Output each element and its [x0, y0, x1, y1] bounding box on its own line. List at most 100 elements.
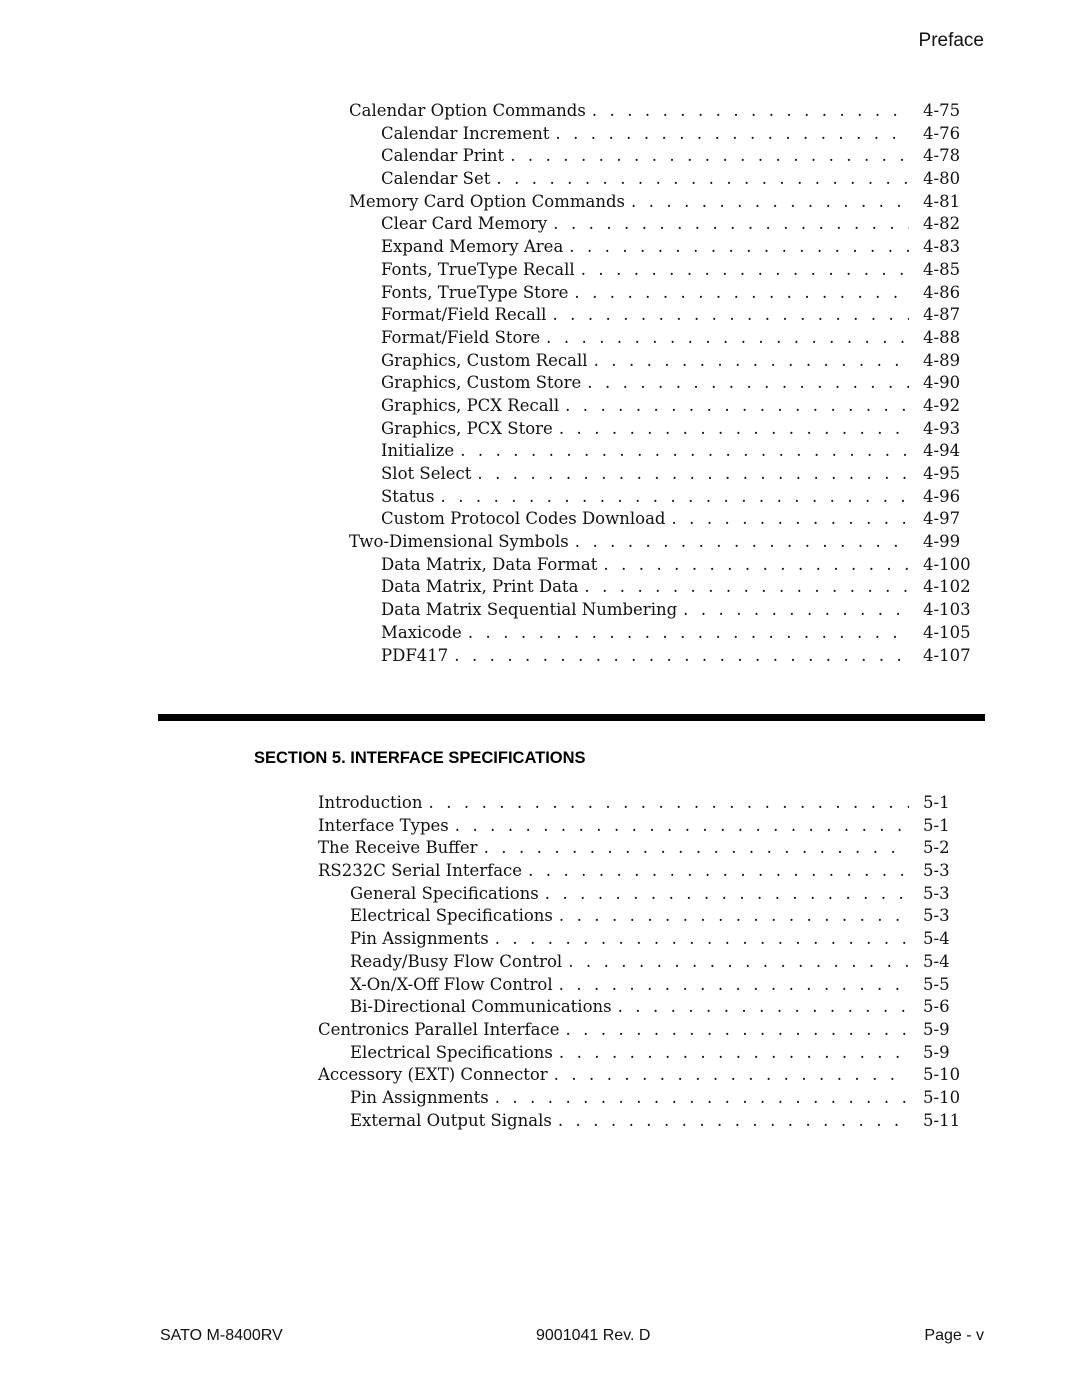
- dot-leader: [618, 996, 909, 1019]
- toc-entry[interactable]: Data Matrix, Data Format 4-100: [349, 553, 971, 577]
- toc-entry-page: 4-99: [923, 532, 961, 552]
- toc-entry[interactable]: Ready/Busy Flow Control 5-4: [318, 950, 961, 974]
- toc-entry-title: Clear Card Memory: [381, 213, 554, 237]
- toc-entry-title: Slot Select: [381, 463, 478, 486]
- toc-entry-page: 4-97: [923, 509, 961, 529]
- toc-entry[interactable]: Fonts, TrueType Recall 4-85: [349, 258, 971, 282]
- toc-entry[interactable]: PDF417 4-107: [349, 644, 971, 668]
- toc-entry[interactable]: RS232C Serial Interface 5-3: [318, 860, 961, 883]
- toc-entry-title: General Specifications: [350, 882, 545, 906]
- toc-entry-title: Memory Card Option Commands: [349, 190, 631, 214]
- toc-entry[interactable]: Fonts, TrueType Store 4-86: [349, 281, 971, 305]
- toc-entry[interactable]: Centronics Parallel Interface 5-9: [318, 1018, 961, 1042]
- toc-entry-title: PDF417: [381, 644, 455, 668]
- toc-entry[interactable]: Calendar Option Commands 4-75: [349, 100, 971, 123]
- toc-entry-title: Electrical Specifications: [350, 1041, 559, 1065]
- toc-entry[interactable]: External Output Signals 5-11: [318, 1109, 961, 1133]
- dot-leader: [545, 883, 909, 906]
- toc-entry-page: 4-75: [923, 101, 961, 120]
- toc-entry-page: 4-93: [923, 418, 961, 438]
- toc-entry-title: Data Matrix, Print Data: [381, 576, 585, 600]
- toc-entry[interactable]: The Receive Buffer 5-2: [318, 837, 961, 861]
- dot-leader: [460, 440, 909, 463]
- toc-entry[interactable]: Calendar Increment 4-76: [349, 122, 971, 146]
- dot-leader: [455, 815, 909, 838]
- dot-leader: [584, 576, 909, 599]
- toc-entry[interactable]: Calendar Print 4-78: [349, 145, 971, 169]
- toc-entry[interactable]: Electrical Specifications 5-3: [318, 905, 961, 929]
- toc-entry-title: Ready/Busy Flow Control: [350, 950, 569, 974]
- toc-entry-title: Format/Field Recall: [381, 304, 553, 327]
- toc-entry[interactable]: Two-Dimensional Symbols 4-99: [349, 531, 971, 554]
- toc-entry-page: 5-4: [923, 951, 950, 971]
- toc-entry-title: Fonts, TrueType Recall: [381, 258, 581, 282]
- toc-entry-page: 4-81: [923, 191, 961, 211]
- toc-entry[interactable]: General Specifications 5-3: [318, 882, 961, 906]
- toc-entry-title: Custom Protocol Codes Download: [381, 508, 672, 532]
- toc-entry[interactable]: Bi-Directional Communications 5-6: [318, 996, 961, 1019]
- toc-entry-title: Accessory (EXT) Connector: [318, 1064, 554, 1087]
- dot-leader: [528, 860, 909, 883]
- dot-leader: [568, 951, 909, 974]
- toc-entry-page: 4-102: [923, 577, 971, 597]
- dot-leader: [553, 213, 909, 236]
- toc-entry[interactable]: Accessory (EXT) Connector 5-10: [318, 1064, 961, 1087]
- toc-list-section5: Introduction5-1Interface Types 5-1The Rec…: [318, 792, 961, 1133]
- dot-leader: [565, 1019, 909, 1042]
- toc-entry-page: 5-4: [923, 929, 950, 949]
- toc-entry-title: Graphics, PCX Recall: [381, 394, 566, 418]
- footer-page-number: Page - v: [924, 1327, 984, 1344]
- toc-entry[interactable]: Format/Field Store 4-88: [349, 326, 971, 350]
- dot-leader: [495, 928, 909, 951]
- toc-entry-page: 5-1: [923, 815, 950, 835]
- toc-entry-page: 5-3: [923, 861, 950, 881]
- toc-entry[interactable]: Memory Card Option Commands 4-81: [349, 190, 971, 214]
- toc-entry[interactable]: Format/Field Recall 4-87: [349, 304, 971, 327]
- toc-entry[interactable]: Status 4-96: [349, 485, 971, 509]
- dot-leader: [559, 905, 909, 928]
- toc-entry[interactable]: Electrical Specifications 5-9: [318, 1041, 961, 1065]
- toc-entry-page: 4-100: [923, 554, 971, 574]
- toc-entry[interactable]: Graphics, PCX Store 4-93: [349, 417, 971, 441]
- toc-entry-title: Interface Types: [318, 814, 455, 838]
- toc-entry-page: 4-87: [923, 305, 961, 325]
- toc-entry[interactable]: Clear Card Memory 4-82: [349, 213, 971, 237]
- toc-entry[interactable]: Graphics, Custom Recall 4-89: [349, 349, 971, 373]
- toc-list-section4: Calendar Option Commands 4-75 Calendar Inc…: [349, 100, 971, 668]
- dot-leader: [683, 599, 909, 622]
- toc-entry-page: 5-9: [923, 1019, 950, 1039]
- toc-entry[interactable]: Maxicode 4-105: [349, 621, 971, 645]
- toc-entry-page: 5-10: [923, 1087, 961, 1107]
- dot-leader: [429, 792, 910, 815]
- toc-entry[interactable]: Calendar Set 4-80: [349, 168, 971, 191]
- toc-entry-page: 4-76: [923, 123, 961, 143]
- toc-entry[interactable]: Graphics, PCX Recall 4-92: [349, 394, 971, 418]
- toc-entry-page: 4-86: [923, 282, 961, 302]
- toc-entry[interactable]: Data Matrix Sequential Numbering 4-103: [349, 599, 971, 622]
- dot-leader: [574, 282, 909, 305]
- toc-entry[interactable]: Initialize 4-94: [349, 440, 971, 464]
- toc-entry[interactable]: Expand Memory Area 4-83: [349, 236, 971, 259]
- toc-entry-title: External Output Signals: [350, 1109, 558, 1133]
- toc-entry[interactable]: Slot Select 4-95: [349, 463, 971, 486]
- toc-entry[interactable]: Pin Assignments 5-4: [318, 928, 961, 951]
- dot-leader: [565, 395, 909, 418]
- toc-entry-page: 4-85: [923, 259, 961, 279]
- toc-entry-title: X-On/X-Off Flow Control: [350, 973, 559, 997]
- toc-entry-title: Pin Assignments: [350, 928, 495, 951]
- dot-leader: [510, 145, 909, 168]
- toc-entry[interactable]: Pin Assignments 5-10: [318, 1086, 961, 1110]
- toc-entry[interactable]: Introduction 5-1: [318, 792, 961, 815]
- toc-entry-page: 4-96: [923, 486, 961, 506]
- toc-entry[interactable]: X-On/X-Off Flow Control 5-5: [318, 973, 961, 997]
- dot-leader: [484, 837, 909, 860]
- toc-entry[interactable]: Data Matrix, Print Data 4-102: [349, 576, 971, 600]
- toc-entry[interactable]: Graphics, Custom Store 4-90: [349, 372, 971, 395]
- toc-entry-page: 4-105: [923, 622, 971, 642]
- toc-entry-title: Graphics, PCX Store: [381, 417, 559, 441]
- toc-entry[interactable]: Custom Protocol Codes Download 4-97: [349, 508, 971, 532]
- toc-entry-title: Introduction: [318, 792, 429, 815]
- toc-entry[interactable]: Interface Types 5-1: [318, 814, 961, 838]
- toc-entry-page: 5-10: [923, 1065, 961, 1085]
- toc-entry-page: 4-82: [923, 214, 961, 234]
